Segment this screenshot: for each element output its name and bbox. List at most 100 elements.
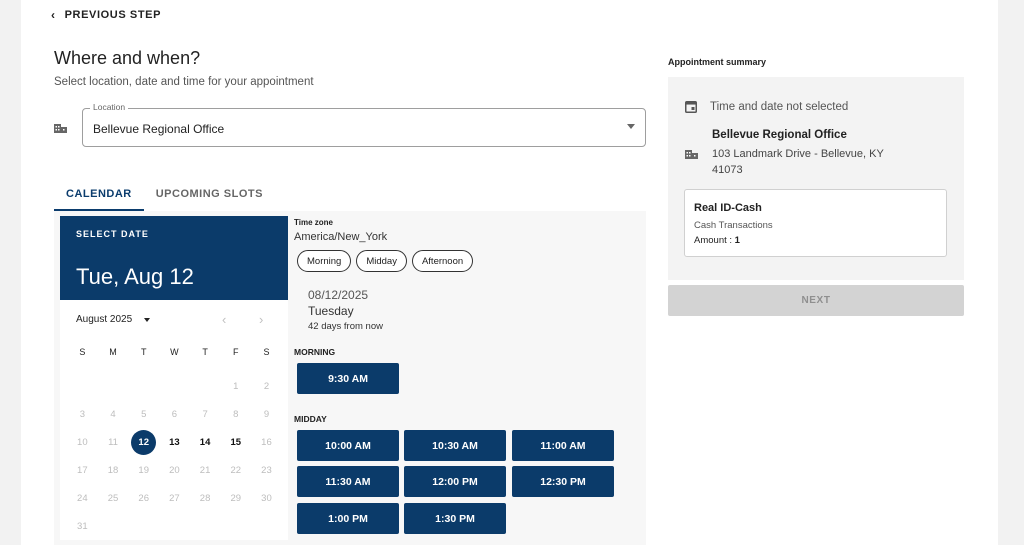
next-button[interactable]: NEXT (668, 285, 964, 316)
filter-morning-chip[interactable]: Morning (297, 250, 352, 272)
slot-weekday: Tuesday (308, 304, 354, 318)
previous-step-label: PREVIOUS STEP (64, 9, 162, 21)
location-label: Location (90, 102, 129, 112)
time-filter-chips: Morning Midday Afternoon (297, 250, 474, 272)
slot-button-1000am[interactable]: 10:00 AM (297, 430, 399, 461)
appointment-summary: Time and date not selected Bellevue Regi… (668, 77, 964, 280)
tab-calendar[interactable]: CALENDAR (54, 180, 144, 211)
calendar-day-4: 4 (110, 408, 116, 420)
timezone-label: Time zone (294, 218, 333, 227)
calendar-icon (685, 101, 697, 113)
calendar-day-24: 24 (77, 492, 88, 504)
slot-button-130pm[interactable]: 1:30 PM (404, 503, 506, 534)
calendar-blank (128, 372, 159, 400)
summary-title: Appointment summary (668, 57, 767, 67)
calendar-grid: S M T W T F S 1 2 3 4 5 6 7 8 9 10 11 12 13 14 15 16 17 18 19 20 21… (67, 344, 282, 540)
date-tabs: CALENDAR UPCOMING SLOTS (54, 180, 275, 211)
slot-button-930am[interactable]: 9:30 AM (297, 363, 399, 394)
selected-day-marker[interactable]: 12 (131, 429, 157, 455)
amount-label: Amount : (694, 235, 733, 246)
page-title: Where and when? (54, 48, 201, 68)
weekday-header: T (202, 347, 208, 357)
slot-button-1130am[interactable]: 11:30 AM (297, 466, 399, 497)
chevron-left-icon: ‹ (51, 8, 56, 22)
calendar-day-18: 18 (107, 464, 119, 476)
calendar-day-2: 2 (263, 380, 270, 392)
office-name: Bellevue Regional Office (712, 129, 847, 141)
calendar-day-13[interactable]: 13 (159, 428, 190, 456)
office-address: 103 Landmark Drive - Bellevue, KY 41073 (712, 148, 884, 176)
weekday-header: F (233, 347, 239, 357)
calendar-day-19: 19 (138, 464, 149, 476)
filter-afternoon-chip[interactable]: Afternoon (411, 250, 474, 272)
month-dropdown-icon (144, 317, 151, 322)
select-date-label: SELECT DATE (76, 229, 149, 239)
location-value: Bellevue Regional Office (93, 122, 225, 136)
slot-button-1230pm[interactable]: 12:30 PM (512, 466, 614, 497)
calendar-day-9: 9 (263, 408, 270, 420)
calendar-blank (159, 372, 190, 400)
weekday-header: S (79, 347, 86, 357)
calendar-day-7: 7 (202, 408, 208, 420)
prev-month-icon[interactable]: ‹ (222, 312, 226, 327)
calendar-day-11: 11 (108, 436, 118, 448)
service-name: Real ID-Cash (694, 202, 762, 214)
calendar-day-27: 27 (169, 492, 180, 504)
calendar-day-25: 25 (107, 492, 119, 504)
date-picker: SELECT DATE Tue, Aug 12 August 2025 ‹ › … (60, 216, 288, 540)
slot-button-100pm[interactable]: 1:00 PM (297, 503, 399, 534)
weekday-header: S (263, 347, 270, 357)
calendar-day-23: 23 (261, 464, 272, 476)
slot-button-1100am[interactable]: 11:00 AM (512, 430, 614, 461)
service-card: Real ID-Cash Cash Transactions Amount : … (684, 189, 947, 257)
time-status-text: Time and date not selected (710, 100, 849, 113)
building-icon (54, 120, 67, 138)
morning-section-label: MORNING (294, 347, 336, 357)
calendar-day-20: 20 (169, 464, 180, 476)
calendar-day-1: 1 (233, 380, 239, 392)
calendar-day-15[interactable]: 15 (220, 428, 251, 456)
calendar-day-10: 10 (77, 436, 88, 448)
calendar-day-6: 6 (171, 408, 178, 420)
calendar-day-17: 17 (77, 464, 88, 476)
slot-date: 08/12/2025 (308, 288, 369, 302)
midday-section-label: MIDDAY (294, 414, 327, 424)
calendar-day-5: 5 (141, 408, 147, 420)
calendar-blank (98, 372, 129, 400)
calendar-day-3: 3 (79, 408, 85, 420)
calendar-day-31: 31 (77, 520, 88, 532)
slot-button-1200pm[interactable]: 12:00 PM (404, 466, 506, 497)
amount-value: 1 (734, 235, 740, 246)
calendar-day-21: 21 (199, 464, 211, 476)
weekday-header: W (170, 347, 179, 357)
selected-date-display: Tue, Aug 12 (76, 264, 194, 289)
dropdown-arrow-icon (627, 124, 635, 129)
service-description: Cash Transactions (694, 220, 773, 231)
calendar-day-14[interactable]: 14 (190, 428, 221, 456)
calendar-day-30: 30 (261, 492, 272, 504)
filter-midday-chip[interactable]: Midday (356, 250, 407, 272)
calendar-day-29: 29 (230, 492, 242, 504)
service-amount: Amount : 1 (694, 235, 740, 246)
location-select[interactable]: Location Bellevue Regional Office (82, 102, 646, 147)
month-selector[interactable]: August 2025 (76, 314, 151, 325)
calendar-day-12[interactable]: 12 (128, 428, 159, 456)
page-subtitle: Select location, date and time for your … (54, 76, 314, 88)
time-status-row: Time and date not selected (685, 100, 848, 113)
building-icon (685, 146, 698, 164)
slot-button-1030am[interactable]: 10:30 AM (404, 430, 506, 461)
calendar-day-16: 16 (261, 436, 272, 448)
calendar-day-28: 28 (199, 492, 211, 504)
slot-relative-days: 42 days from now (308, 321, 383, 332)
weekday-header: M (109, 347, 117, 357)
tab-upcoming-slots[interactable]: UPCOMING SLOTS (144, 180, 275, 211)
month-label: August 2025 (76, 314, 133, 325)
date-picker-header: SELECT DATE Tue, Aug 12 (60, 216, 288, 300)
calendar-day-8: 8 (233, 408, 239, 420)
previous-step-link[interactable]: ‹ PREVIOUS STEP (51, 8, 161, 22)
appointment-page: ‹ PREVIOUS STEP Where and when? Select l… (21, 0, 998, 545)
scheduling-panel: SELECT DATE Tue, Aug 12 August 2025 ‹ › … (54, 211, 646, 545)
calendar-day-26: 26 (138, 492, 149, 504)
next-month-icon[interactable]: › (259, 312, 263, 327)
timezone-value: America/New_York (294, 231, 388, 243)
